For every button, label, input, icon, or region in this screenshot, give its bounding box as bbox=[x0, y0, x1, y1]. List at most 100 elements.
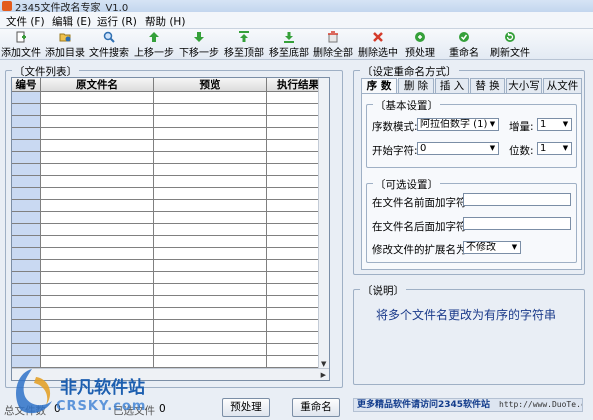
grid-cell[interactable] bbox=[41, 176, 154, 188]
row-number-cell[interactable] bbox=[12, 296, 41, 308]
digits-select[interactable]: 1 ▼ bbox=[537, 142, 572, 155]
tab-case[interactable]: 大小写 bbox=[506, 78, 542, 93]
grid-cell[interactable] bbox=[154, 200, 267, 212]
row-number-cell[interactable] bbox=[12, 308, 41, 320]
grid-cell[interactable] bbox=[154, 356, 267, 368]
grid-cell[interactable] bbox=[154, 176, 267, 188]
suffix-input[interactable] bbox=[463, 217, 571, 230]
grid-cell[interactable] bbox=[41, 308, 154, 320]
prefix-input[interactable] bbox=[463, 193, 571, 206]
row-number-cell[interactable] bbox=[12, 320, 41, 332]
menu-help[interactable]: 帮助 (H) bbox=[145, 14, 185, 29]
grid-cell[interactable] bbox=[154, 236, 267, 248]
grid-cell[interactable] bbox=[154, 164, 267, 176]
row-number-cell[interactable] bbox=[12, 248, 41, 260]
tab-replace[interactable]: 替 换 bbox=[470, 78, 505, 93]
tab-sequence[interactable]: 序 数 bbox=[361, 78, 397, 94]
grid-cell[interactable] bbox=[41, 104, 154, 116]
grid-cell[interactable] bbox=[41, 248, 154, 260]
grid-cell[interactable] bbox=[41, 224, 154, 236]
grid-cell[interactable] bbox=[154, 188, 267, 200]
increment-select[interactable]: 1 ▼ bbox=[537, 118, 572, 131]
grid-cell[interactable] bbox=[154, 128, 267, 140]
add-folder-button[interactable]: 添加目录 bbox=[44, 29, 86, 60]
col-header-original-name[interactable]: 原文件名 bbox=[41, 78, 154, 92]
tab-delete[interactable]: 删 除 bbox=[398, 78, 434, 93]
grid-cell[interactable] bbox=[154, 212, 267, 224]
grid-cell[interactable] bbox=[154, 284, 267, 296]
grid-cell[interactable] bbox=[154, 104, 267, 116]
rename-bottom-button[interactable]: 重命名 bbox=[292, 398, 340, 417]
row-number-cell[interactable] bbox=[12, 260, 41, 272]
menu-run[interactable]: 运行 (R) bbox=[97, 14, 137, 29]
row-number-cell[interactable] bbox=[12, 128, 41, 140]
grid-cell[interactable] bbox=[41, 344, 154, 356]
grid-cell[interactable] bbox=[154, 296, 267, 308]
grid-cell[interactable] bbox=[41, 284, 154, 296]
extension-select[interactable]: 不修改 ▼ bbox=[463, 241, 521, 254]
row-number-cell[interactable] bbox=[12, 284, 41, 296]
row-number-cell[interactable] bbox=[12, 176, 41, 188]
file-grid[interactable]: 编号 原文件名 预览 执行结果 bbox=[11, 77, 330, 381]
row-number-cell[interactable] bbox=[12, 236, 41, 248]
vertical-scrollbar[interactable]: ▼ bbox=[318, 78, 329, 369]
row-number-cell[interactable] bbox=[12, 212, 41, 224]
move-top-button[interactable]: 移至顶部 bbox=[222, 29, 266, 60]
move-bottom-button[interactable]: 移至底部 bbox=[267, 29, 311, 60]
promo-url[interactable]: http://www.DuoTe.com bbox=[499, 399, 582, 411]
grid-cell[interactable] bbox=[154, 248, 267, 260]
grid-cell[interactable] bbox=[41, 236, 154, 248]
row-number-cell[interactable] bbox=[12, 152, 41, 164]
grid-cell[interactable] bbox=[41, 272, 154, 284]
row-number-cell[interactable] bbox=[12, 224, 41, 236]
grid-cell[interactable] bbox=[41, 164, 154, 176]
refresh-files-button[interactable]: 刷新文件 bbox=[488, 29, 532, 60]
delete-selected-button[interactable]: 删除选中 bbox=[356, 29, 400, 60]
row-number-cell[interactable] bbox=[12, 272, 41, 284]
row-number-cell[interactable] bbox=[12, 188, 41, 200]
rename-button-toolbar[interactable]: 重命名 bbox=[446, 29, 482, 60]
preprocess-button[interactable]: 预处理 bbox=[402, 29, 438, 60]
row-number-cell[interactable] bbox=[12, 104, 41, 116]
delete-all-button[interactable]: 删除全部 bbox=[311, 29, 355, 60]
grid-cell[interactable] bbox=[41, 140, 154, 152]
grid-cell[interactable] bbox=[154, 260, 267, 272]
row-number-cell[interactable] bbox=[12, 332, 41, 344]
grid-cell[interactable] bbox=[41, 152, 154, 164]
file-search-button[interactable]: 文件搜索 bbox=[88, 29, 130, 60]
grid-cell[interactable] bbox=[41, 332, 154, 344]
row-number-cell[interactable] bbox=[12, 200, 41, 212]
grid-cell[interactable] bbox=[41, 296, 154, 308]
tab-from-file[interactable]: 从文件 bbox=[543, 78, 582, 93]
tab-insert[interactable]: 插 入 bbox=[435, 78, 469, 93]
grid-cell[interactable] bbox=[41, 188, 154, 200]
row-number-cell[interactable] bbox=[12, 140, 41, 152]
grid-cell[interactable] bbox=[154, 152, 267, 164]
grid-cell[interactable] bbox=[154, 140, 267, 152]
grid-cell[interactable] bbox=[41, 260, 154, 272]
scroll-down-arrow-icon[interactable]: ▼ bbox=[321, 360, 326, 368]
add-file-button[interactable]: 添加文件 bbox=[0, 29, 42, 60]
grid-cell[interactable] bbox=[41, 128, 154, 140]
promo-text[interactable]: 更多精品软件请访问2345软件站 bbox=[357, 399, 490, 411]
start-char-select[interactable]: 0 ▼ bbox=[417, 142, 499, 155]
grid-cell[interactable] bbox=[41, 116, 154, 128]
grid-cell[interactable] bbox=[154, 116, 267, 128]
grid-cell[interactable] bbox=[154, 320, 267, 332]
grid-cell[interactable] bbox=[41, 200, 154, 212]
menu-edit[interactable]: 编辑 (E) bbox=[52, 14, 91, 29]
scroll-right-arrow-icon[interactable]: ▶ bbox=[321, 371, 326, 379]
menu-file[interactable]: 文件 (F) bbox=[6, 14, 45, 29]
row-number-cell[interactable] bbox=[12, 116, 41, 128]
preprocess-bottom-button[interactable]: 预处理 bbox=[222, 398, 270, 417]
col-header-number[interactable]: 编号 bbox=[12, 78, 41, 92]
row-number-cell[interactable] bbox=[12, 164, 41, 176]
col-header-preview[interactable]: 预览 bbox=[154, 78, 267, 92]
grid-cell[interactable] bbox=[154, 344, 267, 356]
grid-cell[interactable] bbox=[154, 332, 267, 344]
move-down-button[interactable]: 下移一步 bbox=[178, 29, 220, 60]
row-number-cell[interactable] bbox=[12, 344, 41, 356]
seq-mode-select[interactable]: 阿拉伯数字 (1) ▼ bbox=[417, 118, 499, 131]
grid-cell[interactable] bbox=[154, 224, 267, 236]
move-up-button[interactable]: 上移一步 bbox=[133, 29, 175, 60]
